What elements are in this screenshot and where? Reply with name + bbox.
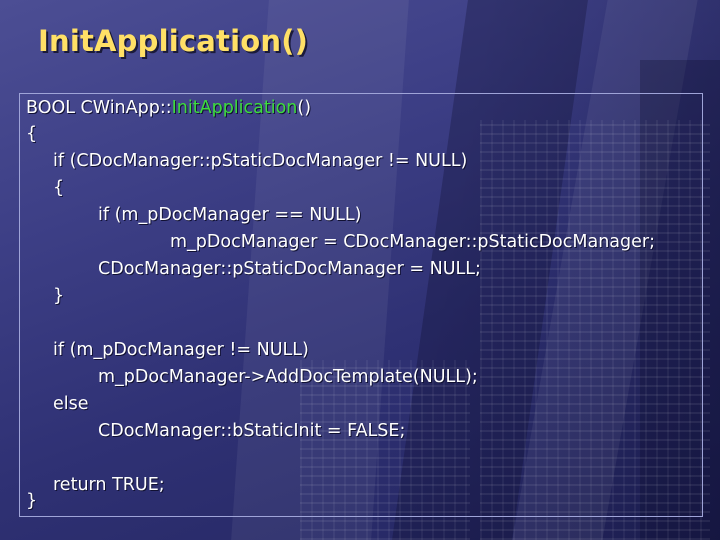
code-line: CDocManager::pStaticDocManager = NULL;: [98, 259, 481, 279]
code-line: }: [26, 491, 38, 511]
code-line: if (m_pDocManager != NULL): [53, 340, 309, 360]
code-line: CDocManager::bStaticInit = FALSE;: [98, 421, 406, 441]
code-line: if (CDocManager::pStaticDocManager != NU…: [53, 151, 468, 171]
code-line: {: [53, 178, 65, 198]
code-line: m_pDocManager = CDocManager::pStaticDocM…: [170, 232, 655, 252]
code-line: else: [53, 394, 89, 414]
code-line: if (m_pDocManager == NULL): [98, 205, 362, 225]
code-line: }: [53, 286, 65, 306]
code-line: {: [26, 124, 38, 144]
signature-prefix: BOOL CWinApp::: [26, 98, 172, 118]
slide-title: InitApplication(): [38, 24, 309, 58]
code-line: return TRUE;: [53, 475, 165, 495]
signature-function-name: InitApplication: [171, 98, 298, 118]
code-line: m_pDocManager->AddDocTemplate(NULL);: [98, 367, 478, 387]
code-listing: BOOL CWinApp::InitApplication() { if (CD…: [19, 93, 703, 517]
code-line-signature: BOOL CWinApp::InitApplication(): [26, 98, 311, 118]
signature-suffix: (): [297, 98, 312, 118]
